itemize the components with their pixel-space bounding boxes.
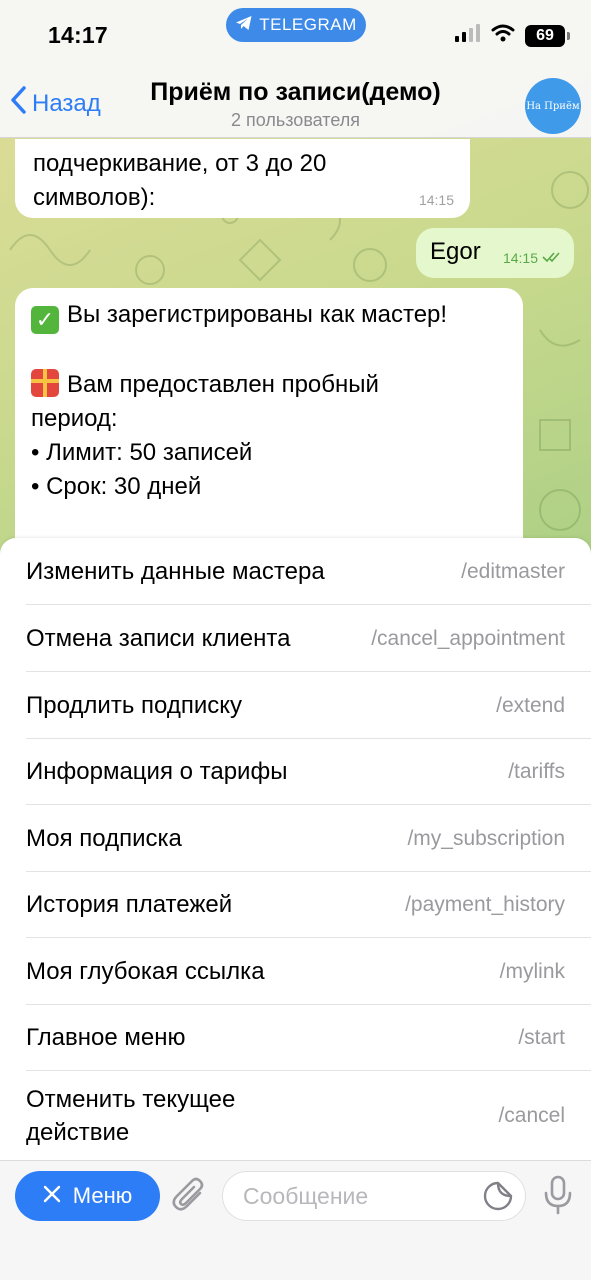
- message-line: символов):: [33, 184, 156, 211]
- message-text: Egor: [430, 238, 481, 265]
- command-label: История платежей: [26, 891, 233, 918]
- bot-command-menu: Изменить данные мастера /editmaster Отме…: [0, 538, 591, 1160]
- command-item-tariffs[interactable]: Информация о тарифы /tariffs: [0, 738, 591, 805]
- incoming-message[interactable]: ✓ Вы зарегистрированы как мастер! Вам пре…: [15, 288, 523, 558]
- command-label: Информация о тарифы: [26, 758, 288, 785]
- command-name: /tariffs: [508, 759, 565, 783]
- message-time: 14:15: [502, 250, 538, 266]
- gift-emoji-icon: [31, 369, 59, 397]
- command-item-payment-history[interactable]: История платежей /payment_history: [0, 871, 591, 938]
- outgoing-message[interactable]: Egor 14:15: [416, 228, 574, 278]
- chat-avatar[interactable]: На Приём: [525, 78, 581, 134]
- top-bar: 14:17 TELEGRAM 69 Назад Приём по записи(…: [0, 0, 591, 138]
- command-label: Отменить текущее действие: [26, 1085, 236, 1146]
- menu-button[interactable]: Меню: [15, 1171, 160, 1221]
- command-name: /cancel: [498, 1103, 565, 1127]
- message-time: 14:15: [418, 192, 454, 208]
- command-item-mylink[interactable]: Моя глубокая ссылка /mylink: [0, 938, 591, 1005]
- command-name: /start: [518, 1025, 565, 1049]
- command-name: /editmaster: [461, 559, 565, 583]
- message-line: период:: [31, 405, 118, 432]
- telegram-pill[interactable]: TELEGRAM: [226, 8, 366, 42]
- command-label: Продлить подписку: [26, 692, 242, 719]
- command-name: /cancel_appointment: [371, 626, 565, 650]
- status-icons: 69: [455, 24, 570, 47]
- signal-icon: [455, 24, 481, 47]
- command-label: Главное меню: [26, 1024, 186, 1051]
- menu-button-label: Меню: [72, 1183, 133, 1208]
- telegram-pill-label: TELEGRAM: [259, 15, 357, 34]
- message-input-bar: Меню: [0, 1160, 591, 1280]
- message-text: подчеркивание, от 3 до 20 символов):: [33, 147, 452, 215]
- message-line: • Лимит: 50 записей: [31, 439, 253, 466]
- sticker-icon[interactable]: [483, 1181, 513, 1216]
- command-label: Моя глубокая ссылка: [26, 958, 265, 985]
- status-time: 14:17: [48, 22, 108, 48]
- incoming-message[interactable]: подчеркивание, от 3 до 20 символов): 14:…: [15, 139, 470, 218]
- microphone-icon[interactable]: [543, 1175, 573, 1220]
- message-line: • Срок: 30 дней: [31, 473, 202, 500]
- registered-text: Вы зарегистрированы как мастер!: [67, 301, 448, 328]
- close-x-icon: [43, 1183, 61, 1209]
- double-check-icon: [542, 250, 562, 266]
- telegram-plane-icon: [235, 15, 253, 36]
- battery-icon: 69: [525, 24, 570, 47]
- chat-title[interactable]: Приём по записи(демо): [0, 78, 591, 107]
- command-item-my-subscription[interactable]: Моя подписка /my_subscription: [0, 805, 591, 872]
- command-item-extend[interactable]: Продлить подписку /extend: [0, 672, 591, 739]
- command-item-cancel-appointment[interactable]: Отмена записи клиента /cancel_appointmen…: [0, 605, 591, 672]
- command-name: /payment_history: [405, 892, 565, 916]
- message-line: ✓ Вы зарегистрированы как мастер!: [31, 298, 507, 334]
- command-label: Отмена записи клиента: [26, 625, 291, 652]
- command-item-editmaster[interactable]: Изменить данные мастера /editmaster: [0, 538, 591, 605]
- command-name: /mylink: [499, 959, 565, 983]
- command-label: Моя подписка: [26, 825, 182, 852]
- check-emoji-icon: ✓: [31, 306, 59, 334]
- message-line: Вам предоставлен пробный: [31, 368, 507, 402]
- command-item-start[interactable]: Главное меню /start: [0, 1004, 591, 1071]
- message-line: подчеркивание, от 3 до 20: [33, 150, 327, 177]
- wifi-icon: [491, 24, 515, 47]
- command-label: Изменить данные мастера: [26, 558, 325, 585]
- paperclip-icon[interactable]: [172, 1175, 208, 1222]
- command-name: /extend: [496, 693, 565, 717]
- command-item-cancel[interactable]: Отменить текущее действие /cancel: [0, 1071, 591, 1160]
- avatar-text: На Приём: [526, 100, 580, 112]
- message-input[interactable]: [222, 1171, 526, 1221]
- trial-text: Вам предоставлен пробный: [67, 371, 379, 398]
- chat-subtitle: 2 пользователя: [231, 110, 360, 130]
- command-name: /my_subscription: [407, 826, 565, 850]
